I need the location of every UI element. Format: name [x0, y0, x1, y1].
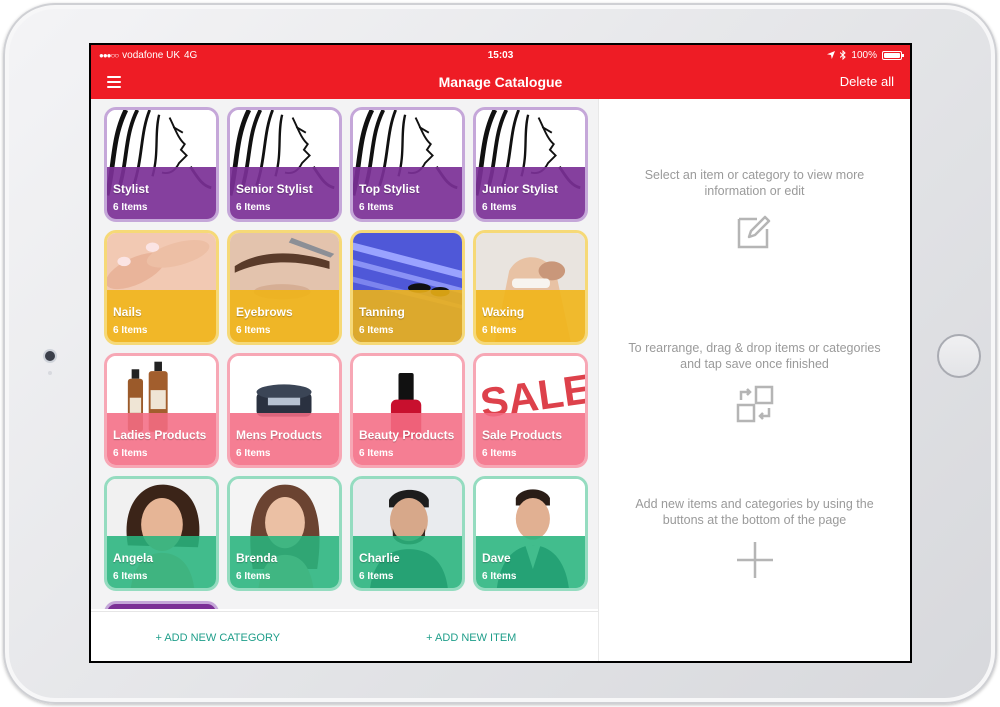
staff-tile-angela[interactable]: Angela 6 Items: [104, 476, 219, 591]
app: ●●●○○ vodafone UK 4G 15:03 100% Manage C…: [91, 45, 910, 661]
tile-name: Brenda: [236, 551, 278, 565]
front-camera: [45, 351, 55, 361]
tile-item-count: 6 Items: [359, 325, 394, 336]
category-tile-eyebrows[interactable]: Eyebrows 6 Items: [227, 230, 342, 345]
tile-item-count: 6 Items: [236, 325, 271, 336]
category-tile-top-stylist[interactable]: Top Stylist 6 Items: [350, 107, 465, 222]
tile-item-count: 6 Items: [359, 571, 394, 582]
status-bar: ●●●○○ vodafone UK 4G 15:03 100%: [91, 45, 910, 65]
tile-item-count: 6 Items: [359, 448, 394, 459]
rearrange-instruction: To rearrange, drag & drop items or categ…: [628, 341, 881, 371]
tile-item-count: 6 Items: [359, 202, 394, 213]
network-type: 4G: [184, 49, 198, 61]
battery-icon: [882, 50, 904, 60]
clock: 15:03: [487, 49, 514, 61]
battery-percentage: 100%: [851, 49, 877, 61]
category-tile-ladies-products[interactable]: Ladies Products 6 Items: [104, 353, 219, 468]
staff-tile-brenda[interactable]: Brenda 6 Items: [227, 476, 342, 591]
category-tile-waxing[interactable]: Waxing 6 Items: [473, 230, 588, 345]
add-instruction: Add new items and categories by using th…: [635, 497, 874, 527]
tile-item-count: 6 Items: [236, 448, 271, 459]
tile-item-count: 6 Items: [236, 571, 271, 582]
bluetooth-icon: [840, 50, 847, 60]
tile-item-count: 6 Items: [482, 571, 517, 582]
tile-item-count: 6 Items: [236, 202, 271, 213]
hamburger-menu-icon[interactable]: [107, 76, 121, 88]
home-button[interactable]: [937, 334, 981, 378]
tile-item-count: 6 Items: [482, 202, 517, 213]
edit-icon: [737, 215, 770, 249]
category-tile-beauty-products[interactable]: Beauty Products 6 Items: [350, 353, 465, 468]
category-tile-partial[interactable]: [104, 601, 219, 609]
catalogue-grid: Stylist 6 Items Senior Stylist 6 Items T…: [91, 99, 598, 609]
plus-icon: [736, 542, 773, 578]
tile-name: Junior Stylist: [482, 182, 559, 196]
tile-item-count: 6 Items: [482, 448, 517, 459]
tile-item-count: 6 Items: [113, 202, 148, 213]
navigation-bar: Manage Catalogue Delete all: [91, 65, 910, 99]
page-title: Manage Catalogue: [438, 74, 563, 90]
category-tile-stylist[interactable]: Stylist 6 Items: [104, 107, 219, 222]
rearrange-icon: [736, 385, 773, 423]
tile-name: Sale Products: [482, 428, 563, 442]
tile-name: Beauty Products: [359, 428, 455, 442]
tile-name: Stylist: [113, 182, 150, 196]
category-tile-junior-stylist[interactable]: Junior Stylist 6 Items: [473, 107, 588, 222]
staff-tile-dave[interactable]: Dave 6 Items: [473, 476, 588, 591]
info-panel: Select an item or category to view more …: [598, 99, 910, 661]
signal-strength-icon: ●●●○○: [99, 50, 119, 60]
tile-name: Tanning: [359, 305, 405, 319]
add-new-category-button[interactable]: + ADD NEW CATEGORY: [91, 632, 345, 644]
category-tile-senior-stylist[interactable]: Senior Stylist 6 Items: [227, 107, 342, 222]
tile-item-count: 6 Items: [113, 325, 148, 336]
tile-name: Nails: [113, 305, 142, 319]
tile-name: Charlie: [359, 551, 400, 565]
bottom-action-bar: + ADD NEW CATEGORY + ADD NEW ITEM: [91, 611, 598, 661]
tile-name: Dave: [482, 551, 511, 565]
category-tile-nails[interactable]: Nails 6 Items: [104, 230, 219, 345]
screen: ●●●○○ vodafone UK 4G 15:03 100% Manage C…: [89, 43, 912, 663]
light-sensor: [48, 371, 52, 375]
staff-tile-charlie[interactable]: Charlie 6 Items: [350, 476, 465, 591]
tile-name: Ladies Products: [113, 428, 207, 442]
category-tile-sale-products[interactable]: SALE Sale Products 6 Items: [473, 353, 588, 468]
location-arrow-icon: [827, 51, 836, 59]
tile-item-count: 6 Items: [113, 448, 148, 459]
tile-name: Senior Stylist: [236, 182, 313, 196]
tile-name: Mens Products: [236, 428, 323, 442]
tile-name: Angela: [113, 551, 154, 565]
select-instruction: Select an item or category to view more …: [644, 168, 865, 198]
carrier-name: vodafone UK: [122, 49, 180, 61]
tile-item-count: 6 Items: [482, 325, 517, 336]
tile-name: Waxing: [482, 305, 525, 319]
category-tile-mens-products[interactable]: Mens Products 6 Items: [227, 353, 342, 468]
delete-all-button[interactable]: Delete all: [840, 74, 894, 89]
tile-name: Top Stylist: [359, 182, 420, 196]
tile-item-count: 6 Items: [113, 571, 148, 582]
category-tile-tanning[interactable]: Tanning 6 Items: [350, 230, 465, 345]
tile-name: Eyebrows: [236, 305, 293, 319]
add-new-item-button[interactable]: + ADD NEW ITEM: [345, 632, 599, 644]
